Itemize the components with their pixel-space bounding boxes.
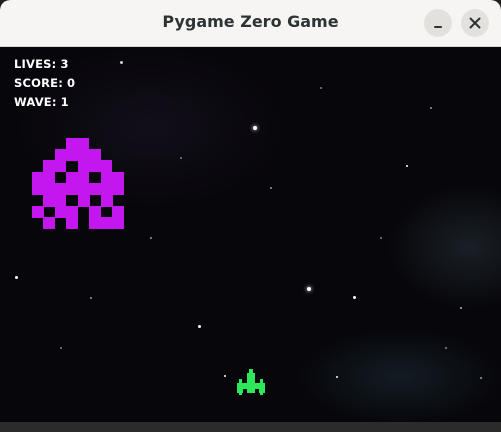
star bbox=[150, 237, 152, 239]
star bbox=[480, 377, 482, 379]
hud-wave: WAVE: 1 bbox=[14, 95, 69, 109]
star bbox=[270, 187, 272, 189]
star bbox=[320, 87, 322, 89]
close-button[interactable] bbox=[461, 9, 489, 37]
star bbox=[60, 347, 62, 349]
star bbox=[224, 375, 226, 377]
star bbox=[180, 157, 182, 159]
star bbox=[336, 376, 338, 378]
window-bottom-edge bbox=[0, 422, 501, 432]
close-icon bbox=[469, 17, 481, 29]
star bbox=[307, 287, 311, 291]
star bbox=[90, 297, 92, 299]
hud-score: SCORE: 0 bbox=[14, 76, 75, 90]
star bbox=[460, 307, 462, 309]
star bbox=[15, 276, 18, 279]
hud-lives: LIVES: 3 bbox=[14, 57, 69, 71]
lives-value: 3 bbox=[60, 57, 69, 71]
star bbox=[198, 325, 201, 328]
wave-label: WAVE: bbox=[14, 95, 57, 109]
game-window: Pygame Zero Game LIVES: 3 SCORE: 0 WAVE:… bbox=[0, 0, 501, 432]
score-value: 0 bbox=[67, 76, 76, 90]
minimize-button[interactable] bbox=[424, 9, 452, 37]
star bbox=[406, 165, 408, 167]
game-canvas[interactable]: LIVES: 3 SCORE: 0 WAVE: 1 bbox=[0, 47, 501, 422]
score-label: SCORE: bbox=[14, 76, 64, 90]
title-bar[interactable]: Pygame Zero Game bbox=[0, 0, 501, 47]
star bbox=[253, 126, 257, 130]
lives-label: LIVES: bbox=[14, 57, 57, 71]
player-ship-icon[interactable] bbox=[236, 369, 266, 397]
star bbox=[445, 347, 447, 349]
star bbox=[380, 237, 382, 239]
star bbox=[120, 61, 123, 64]
star bbox=[430, 107, 432, 109]
minimize-icon bbox=[434, 26, 442, 28]
wave-value: 1 bbox=[60, 95, 69, 109]
star bbox=[353, 296, 356, 299]
alien-invader-icon bbox=[32, 138, 124, 229]
